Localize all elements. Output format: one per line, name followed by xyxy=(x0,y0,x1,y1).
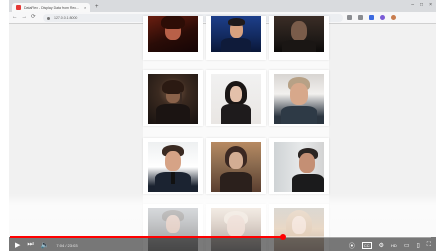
video-right-controls: ⦿ CC ⚙ HD ▭ ▯ ⛶ xyxy=(349,241,431,250)
video-progress-bar[interactable] xyxy=(10,234,431,240)
next-icon[interactable]: ⏭ xyxy=(27,241,33,249)
image-card[interactable] xyxy=(206,70,266,126)
photo-1 xyxy=(148,16,198,52)
page-content xyxy=(9,16,436,251)
photo-4 xyxy=(148,74,198,124)
favicon-icon xyxy=(16,5,21,10)
image-card[interactable] xyxy=(143,138,203,194)
fullscreen-icon[interactable]: ⛶ xyxy=(427,242,431,249)
autoplay-icon[interactable]: ⦿ xyxy=(349,241,355,250)
forward-icon[interactable]: → xyxy=(22,14,28,20)
time-display: 7:04 / 23:03 xyxy=(56,242,78,248)
volume-icon[interactable]: 🔈 xyxy=(41,241,50,249)
tab-bar: DataFlex - Display Data from Rec... × + … xyxy=(9,0,436,12)
image-card[interactable] xyxy=(206,16,266,60)
photo-6 xyxy=(274,74,324,124)
screenshot-frame: DataFlex - Display Data from Rec... × + … xyxy=(0,0,443,251)
url-text: 127.0.0.1:8000 xyxy=(54,16,78,20)
extension-icon[interactable] xyxy=(369,15,374,20)
right-padding xyxy=(436,0,443,251)
navigation-controls: ← → ⟳ xyxy=(12,14,36,20)
browser-tab[interactable]: DataFlex - Display Data from Rec... × xyxy=(12,3,90,12)
hd-badge: HD xyxy=(391,243,397,248)
minimize-icon[interactable]: – xyxy=(411,2,414,8)
tab-title: DataFlex - Display Data from Rec... xyxy=(24,5,80,10)
miniplayer-icon[interactable]: ▭ xyxy=(404,242,410,249)
photo-5 xyxy=(211,74,261,124)
back-icon[interactable]: ← xyxy=(12,14,18,20)
tab-close-icon[interactable]: × xyxy=(84,5,86,10)
share-icon[interactable] xyxy=(347,15,352,20)
image-card[interactable] xyxy=(143,70,203,126)
new-tab-button[interactable]: + xyxy=(95,3,99,11)
video-left-controls: ▶ ⏭ 🔈 7:04 / 23:03 xyxy=(15,241,78,249)
image-card[interactable] xyxy=(206,138,266,194)
profile-icon[interactable] xyxy=(380,15,385,20)
settings-icon[interactable]: ⚙ xyxy=(379,242,384,249)
subtitles-icon[interactable]: CC xyxy=(361,242,372,249)
scrubber-handle[interactable] xyxy=(280,234,286,240)
extension-tray xyxy=(347,15,396,20)
progress-fill xyxy=(10,236,283,238)
image-card[interactable] xyxy=(269,70,329,126)
photo-7 xyxy=(148,142,198,192)
image-card[interactable] xyxy=(269,16,329,60)
image-card[interactable] xyxy=(143,16,203,60)
site-info-icon[interactable] xyxy=(47,16,50,20)
maximize-icon[interactable]: □ xyxy=(420,2,423,8)
photo-3 xyxy=(274,16,324,52)
left-padding xyxy=(0,0,9,251)
image-card[interactable] xyxy=(269,138,329,194)
menu-icon[interactable] xyxy=(391,15,396,20)
play-icon[interactable]: ▶ xyxy=(15,241,20,249)
refresh-icon[interactable]: ⟳ xyxy=(31,14,36,20)
window-controls: – □ × xyxy=(411,2,432,8)
photo-8 xyxy=(211,142,261,192)
bookmark-icon[interactable] xyxy=(358,15,363,20)
close-icon[interactable]: × xyxy=(429,2,432,8)
photo-9 xyxy=(274,142,324,192)
photo-2 xyxy=(211,16,261,52)
theater-icon[interactable]: ▯ xyxy=(416,242,419,249)
